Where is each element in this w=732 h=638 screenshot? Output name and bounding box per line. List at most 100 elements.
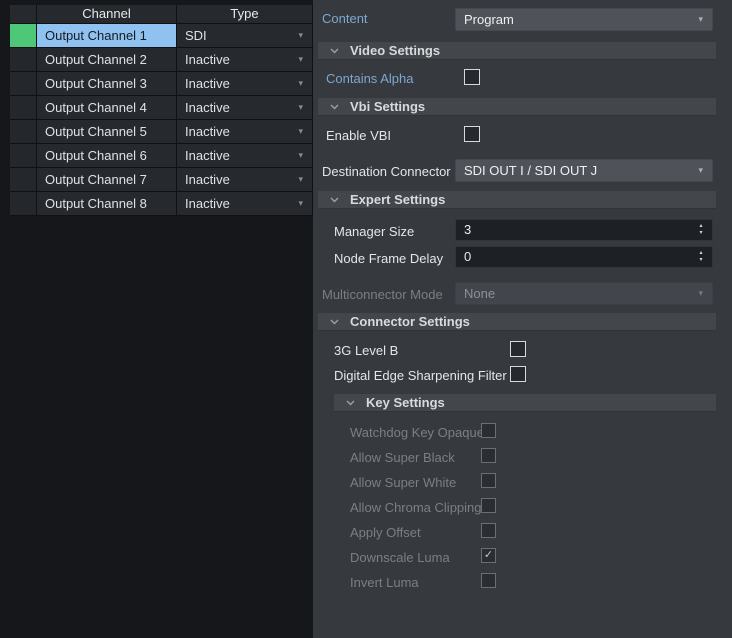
type-value: Inactive — [185, 196, 230, 211]
table-row[interactable]: Output Channel 2 Inactive▾ — [10, 48, 313, 72]
chevron-down-icon — [346, 400, 355, 406]
type-dropdown[interactable]: Inactive ▾ — [177, 120, 313, 144]
chevron-down-icon: ▾ — [298, 24, 303, 47]
row-indicator[interactable] — [10, 96, 37, 120]
chevron-down-icon: ▾ — [298, 192, 303, 215]
row-indicator[interactable] — [10, 48, 37, 72]
check-icon: ✓ — [484, 550, 493, 561]
table-row[interactable]: Output Channel 7 Inactive ▾ — [10, 168, 313, 192]
destination-connector-label: Destination Connector — [322, 164, 451, 180]
manager-size-spinbox[interactable]: 3 ▴▾ — [455, 219, 713, 241]
content-dropdown[interactable]: Program ▾ — [455, 8, 713, 31]
settings-panel: Content Program ▾ Video Settings Contain… — [313, 0, 732, 638]
spinner-arrows-icon[interactable]: ▴▾ — [695, 248, 707, 266]
apply-offset-label: Apply Offset — [350, 525, 421, 541]
enable-vbi-label: Enable VBI — [326, 128, 391, 144]
row-indicator[interactable] — [10, 120, 37, 144]
channel-cell[interactable]: Output Channel 5 — [37, 120, 177, 144]
row-indicator[interactable] — [10, 144, 37, 168]
type-value: SDI — [185, 28, 207, 43]
spinner-arrows-icon[interactable]: ▴▾ — [695, 221, 707, 239]
section-header-video-settings[interactable]: Video Settings — [318, 42, 716, 60]
section-title: Expert Settings — [350, 192, 445, 207]
allow-chroma-clipping-label: Allow Chroma Clipping — [350, 500, 482, 516]
table-row[interactable]: Output Channel 8 Inactive ▾ — [10, 192, 313, 216]
chevron-down-icon — [330, 104, 339, 110]
content-value: Program — [464, 12, 514, 27]
downscale-luma-label: Downscale Luma — [350, 550, 450, 566]
type-dropdown[interactable]: Inactive▾ — [177, 48, 313, 72]
invert-luma-label: Invert Luma — [350, 575, 419, 591]
watchdog-key-opaque-checkbox — [481, 423, 496, 438]
section-header-connector-settings[interactable]: Connector Settings — [318, 313, 716, 331]
allow-super-white-checkbox — [481, 473, 496, 488]
type-dropdown[interactable]: Inactive ▾ — [177, 168, 313, 192]
node-frame-delay-label: Node Frame Delay — [334, 251, 443, 267]
type-dropdown[interactable]: Inactive ▾ — [177, 144, 313, 168]
type-dropdown[interactable]: Inactive ▾ — [177, 192, 313, 216]
allow-super-black-label: Allow Super Black — [350, 450, 455, 466]
table-row[interactable]: Output Channel 1 SDI ▾ — [10, 24, 313, 48]
row-indicator[interactable] — [10, 192, 37, 216]
section-header-vbi-settings[interactable]: Vbi Settings — [318, 98, 716, 116]
chevron-down-icon: ▾ — [698, 9, 703, 30]
type-dropdown[interactable]: Inactive▾ — [177, 72, 313, 96]
section-header-expert-settings[interactable]: Expert Settings — [318, 191, 716, 209]
enable-vbi-checkbox[interactable] — [464, 126, 480, 142]
3g-level-b-checkbox[interactable] — [510, 341, 526, 357]
table-row[interactable]: Output Channel 3 Inactive▾ — [10, 72, 313, 96]
type-value: Inactive — [185, 100, 230, 115]
allow-chroma-clipping-checkbox — [481, 498, 496, 513]
channel-cell[interactable]: Output Channel 1 — [37, 24, 177, 48]
row-indicator[interactable] — [10, 168, 37, 192]
multiconnector-mode-label: Multiconnector Mode — [322, 287, 443, 303]
chevron-down-icon: ▾ — [298, 144, 303, 167]
chevron-down-icon — [330, 319, 339, 325]
channel-cell[interactable]: Output Channel 2 — [37, 48, 177, 72]
table-row[interactable]: Output Channel 6 Inactive ▾ — [10, 144, 313, 168]
type-value: Inactive — [185, 124, 230, 139]
table-header-channel[interactable]: Channel — [37, 5, 177, 24]
type-value: Inactive — [185, 148, 230, 163]
node-frame-delay-spinbox[interactable]: 0 ▴▾ — [455, 246, 713, 268]
watchdog-key-opaque-label: Watchdog Key Opaque — [350, 425, 484, 441]
content-label: Content — [322, 11, 368, 27]
destination-connector-dropdown[interactable]: SDI OUT I / SDI OUT J ▾ — [455, 159, 713, 182]
channel-cell[interactable]: Output Channel 7 — [37, 168, 177, 192]
allow-super-white-label: Allow Super White — [350, 475, 456, 491]
table-row[interactable]: Output Channel 4 Inactive▾ — [10, 96, 313, 120]
section-header-key-settings[interactable]: Key Settings — [334, 394, 716, 412]
channel-table-panel: Channel Type Output Channel 1 SDI ▾ Outpu… — [0, 0, 313, 638]
chevron-down-icon: ▾ — [298, 168, 303, 191]
apply-offset-checkbox — [481, 523, 496, 538]
manager-size-value: 3 — [464, 222, 471, 237]
section-title: Connector Settings — [350, 314, 470, 329]
chevron-down-icon — [330, 197, 339, 203]
channel-cell[interactable]: Output Channel 8 — [37, 192, 177, 216]
row-indicator[interactable] — [10, 72, 37, 96]
digital-edge-sharpening-filter-label: Digital Edge Sharpening Filter — [334, 368, 507, 384]
table-header-corner — [10, 5, 37, 24]
destination-connector-value: SDI OUT I / SDI OUT J — [464, 163, 597, 178]
type-value: Inactive — [185, 172, 230, 187]
table-header-row: Channel Type — [10, 5, 313, 24]
table-header-type[interactable]: Type — [177, 5, 313, 24]
chevron-down-icon: ▾ — [298, 48, 303, 71]
3g-level-b-label: 3G Level B — [334, 343, 398, 359]
row-indicator[interactable] — [10, 24, 37, 48]
table-row[interactable]: Output Channel 5 Inactive ▾ — [10, 120, 313, 144]
channel-cell[interactable]: Output Channel 6 — [37, 144, 177, 168]
type-dropdown[interactable]: SDI ▾ — [177, 24, 313, 48]
chevron-down-icon: ▾ — [298, 120, 303, 143]
type-value: Inactive — [185, 76, 230, 91]
section-title: Video Settings — [350, 43, 440, 58]
type-dropdown[interactable]: Inactive▾ — [177, 96, 313, 120]
channel-cell[interactable]: Output Channel 4 — [37, 96, 177, 120]
contains-alpha-checkbox[interactable] — [464, 69, 480, 85]
section-title: Vbi Settings — [350, 99, 425, 114]
digital-edge-sharpening-filter-checkbox[interactable] — [510, 366, 526, 382]
downscale-luma-checkbox: ✓ — [481, 548, 496, 563]
multiconnector-mode-value: None — [464, 286, 495, 301]
channel-cell[interactable]: Output Channel 3 — [37, 72, 177, 96]
multiconnector-mode-dropdown: None ▾ — [455, 282, 713, 305]
